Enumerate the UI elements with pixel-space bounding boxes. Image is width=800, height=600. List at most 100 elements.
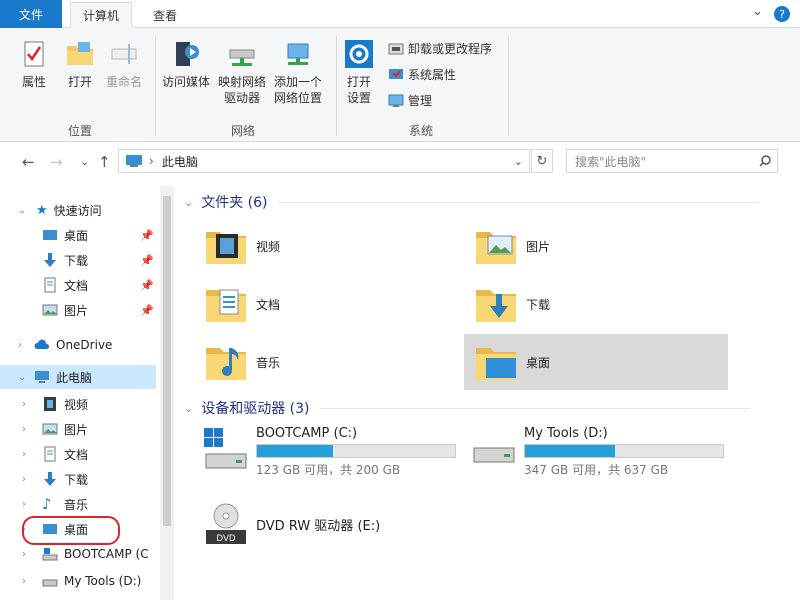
- section-folders[interactable]: ⌄ 文件夹 (6): [184, 192, 758, 212]
- folder-downloads[interactable]: 下载: [472, 276, 712, 332]
- chevron-down-icon[interactable]: ⌄: [18, 205, 26, 216]
- sidebar-item-pc-videos[interactable]: › 视频: [0, 392, 156, 416]
- drive-dvd[interactable]: DVD DVD RW 驱动器 (E:): [202, 500, 380, 548]
- folder-desktop[interactable]: 桌面: [464, 334, 728, 390]
- music-note-icon: ♪: [42, 495, 52, 513]
- system-properties-button[interactable]: 系统属性: [388, 66, 456, 83]
- group-separator: [155, 36, 156, 136]
- chevron-right-icon[interactable]: ›: [22, 549, 26, 560]
- picture-icon: [42, 304, 58, 316]
- drive-mytools[interactable]: My Tools (D:) 347 GB 可用，共 637 GB: [470, 426, 724, 478]
- system-properties-icon: [389, 68, 403, 79]
- tab-computer[interactable]: 计算机: [70, 2, 132, 28]
- refresh-icon[interactable]: ↻: [531, 149, 553, 173]
- ribbon-tabs: 文件 计算机 查看 ⌄ ?: [0, 0, 800, 28]
- tab-file[interactable]: 文件: [0, 0, 62, 28]
- pin-icon[interactable]: 📌: [140, 279, 154, 292]
- recent-locations-icon[interactable]: ⌄: [80, 155, 89, 168]
- sidebar-item-pictures[interactable]: 图片 📌: [0, 298, 156, 322]
- desktop-icon: [43, 230, 57, 240]
- map-drive-icon: [229, 49, 255, 66]
- sidebar-scroll-thumb[interactable]: [163, 196, 171, 526]
- cloud-icon: [34, 339, 50, 349]
- chevron-right-icon[interactable]: ›: [22, 576, 26, 587]
- this-pc-icon: [126, 155, 142, 167]
- sidebar-item-pc-music[interactable]: › ♪ 音乐: [0, 492, 156, 516]
- add-network-location-button[interactable]: 添加一个 网络位置: [274, 38, 322, 106]
- pin-icon[interactable]: 📌: [140, 229, 154, 242]
- drive-bootcamp[interactable]: BOOTCAMP (C:) 123 GB 可用，共 200 GB: [202, 426, 456, 478]
- manage-button[interactable]: 管理: [388, 92, 432, 109]
- this-pc-icon: [35, 371, 49, 383]
- map-drive-button[interactable]: 映射网络 驱动器: [218, 38, 266, 106]
- sidebar-item-pc-pictures[interactable]: › 图片: [0, 417, 156, 441]
- uninstall-programs-button[interactable]: 卸载或更改程序: [388, 40, 492, 57]
- section-divider: [277, 201, 758, 203]
- sidebar-item-quick-access[interactable]: ⌄ ★ 快速访问: [0, 198, 156, 222]
- address-dropdown-icon[interactable]: ⌄: [514, 155, 523, 168]
- drive-usage-bar: [256, 444, 456, 458]
- uninstall-icon: [388, 43, 404, 54]
- search-icon: [759, 155, 771, 167]
- pin-icon[interactable]: 📌: [140, 254, 154, 267]
- group-label-network: 网络: [231, 124, 256, 138]
- drive-name: DVD RW 驱动器 (E:): [256, 518, 381, 534]
- folder-pictures-icon: [476, 232, 516, 264]
- chevron-right-icon[interactable]: ›: [22, 449, 26, 460]
- properties-button[interactable]: 属性: [18, 38, 50, 90]
- up-arrow-icon[interactable]: ↑: [98, 153, 111, 171]
- drive-icon: [473, 447, 515, 463]
- sidebar-item-pc-documents[interactable]: › 文档: [0, 442, 156, 466]
- breadcrumb[interactable]: 此电脑: [162, 153, 198, 170]
- folder-pictures[interactable]: 图片: [472, 218, 712, 274]
- chevron-right-icon[interactable]: ›: [22, 424, 26, 435]
- open-settings-button[interactable]: 打开 设置: [343, 38, 375, 106]
- section-devices[interactable]: ⌄ 设备和驱动器 (3): [184, 398, 750, 418]
- access-media-button[interactable]: 访问媒体: [162, 38, 210, 90]
- ribbon: 属性 打开 重命名 位置 访问媒体 映射网络 驱动器 添加一个 网络位置 网络 …: [0, 28, 800, 142]
- chevron-down-icon[interactable]: ⌄: [184, 402, 193, 415]
- sidebar-item-pc-mytools[interactable]: › My Tools (D:): [0, 569, 156, 593]
- chevron-down-icon[interactable]: ⌄: [184, 196, 193, 209]
- windows-drive-icon: [204, 428, 247, 469]
- sidebar-item-this-pc[interactable]: ⌄ 此电脑: [0, 365, 156, 389]
- help-icon[interactable]: ?: [774, 6, 790, 22]
- folder-documents[interactable]: 文档: [202, 276, 442, 332]
- download-arrow-icon: [44, 253, 56, 267]
- tab-view[interactable]: 查看: [140, 2, 190, 28]
- chevron-right-icon[interactable]: ›: [18, 340, 22, 351]
- rename-button[interactable]: 重命名: [106, 38, 142, 90]
- chevron-right-icon[interactable]: ›: [22, 474, 26, 485]
- folder-videos-icon: [206, 232, 246, 264]
- drive-name: My Tools (D:): [524, 426, 608, 441]
- sidebar-item-documents[interactable]: 文档 📌: [0, 273, 156, 297]
- address-bar[interactable]: › 此电脑 ⌄: [118, 149, 530, 173]
- pin-icon[interactable]: 📌: [140, 304, 154, 317]
- sidebar-item-downloads[interactable]: 下载 📌: [0, 248, 156, 272]
- group-separator: [508, 36, 509, 136]
- breadcrumb-separator-icon: ›: [149, 154, 154, 168]
- folder-videos[interactable]: 视频: [202, 218, 442, 274]
- drive-usage-fill: [257, 445, 334, 457]
- forward-arrow-icon[interactable]: →: [50, 153, 63, 171]
- ribbon-collapse-icon[interactable]: ⌄: [752, 4, 763, 19]
- sidebar-item-pc-downloads[interactable]: › 下载: [0, 467, 156, 491]
- drive-name: BOOTCAMP (C:): [256, 426, 358, 441]
- folder-music[interactable]: 音乐: [202, 334, 442, 390]
- back-arrow-icon[interactable]: ←: [22, 153, 35, 171]
- sidebar-item-onedrive[interactable]: › OneDrive: [0, 333, 156, 357]
- folder-documents-icon: [206, 289, 246, 322]
- open-button[interactable]: 打开: [64, 38, 96, 90]
- group-label-system: 系统: [409, 124, 434, 138]
- document-icon: [44, 277, 56, 293]
- chevron-right-icon[interactable]: ›: [22, 399, 26, 410]
- search-input[interactable]: 搜索"此电脑": [566, 149, 778, 173]
- sidebar-item-pc-bootcamp[interactable]: › BOOTCAMP (C: [0, 542, 156, 566]
- download-arrow-icon: [44, 472, 56, 486]
- sidebar-item-desktop[interactable]: 桌面 📌: [0, 223, 156, 247]
- settings-gear-icon: [345, 40, 373, 68]
- drive-icon: [42, 579, 58, 587]
- chevron-down-icon[interactable]: ⌄: [18, 372, 26, 383]
- drive-usage-bar: [524, 444, 724, 458]
- chevron-right-icon[interactable]: ›: [22, 499, 26, 510]
